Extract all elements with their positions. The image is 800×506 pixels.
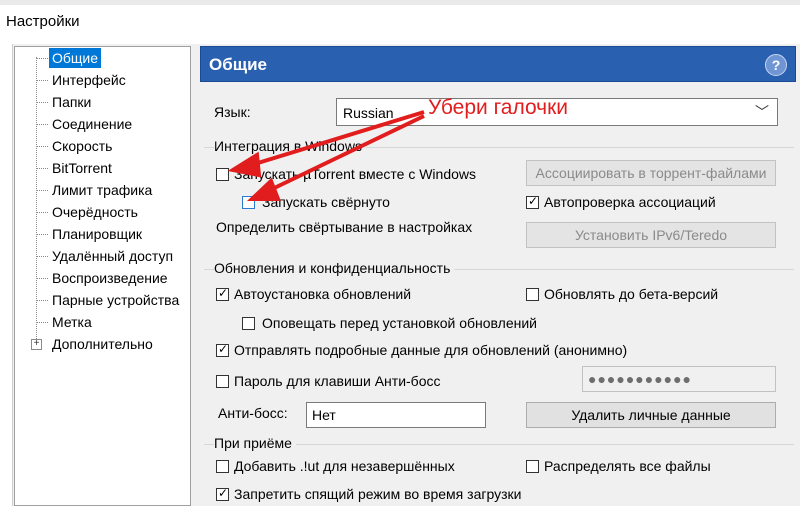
annotation-arrows (227, 110, 425, 201)
annotation-arrowhead (246, 177, 281, 201)
annotation-arrowhead (227, 151, 262, 178)
